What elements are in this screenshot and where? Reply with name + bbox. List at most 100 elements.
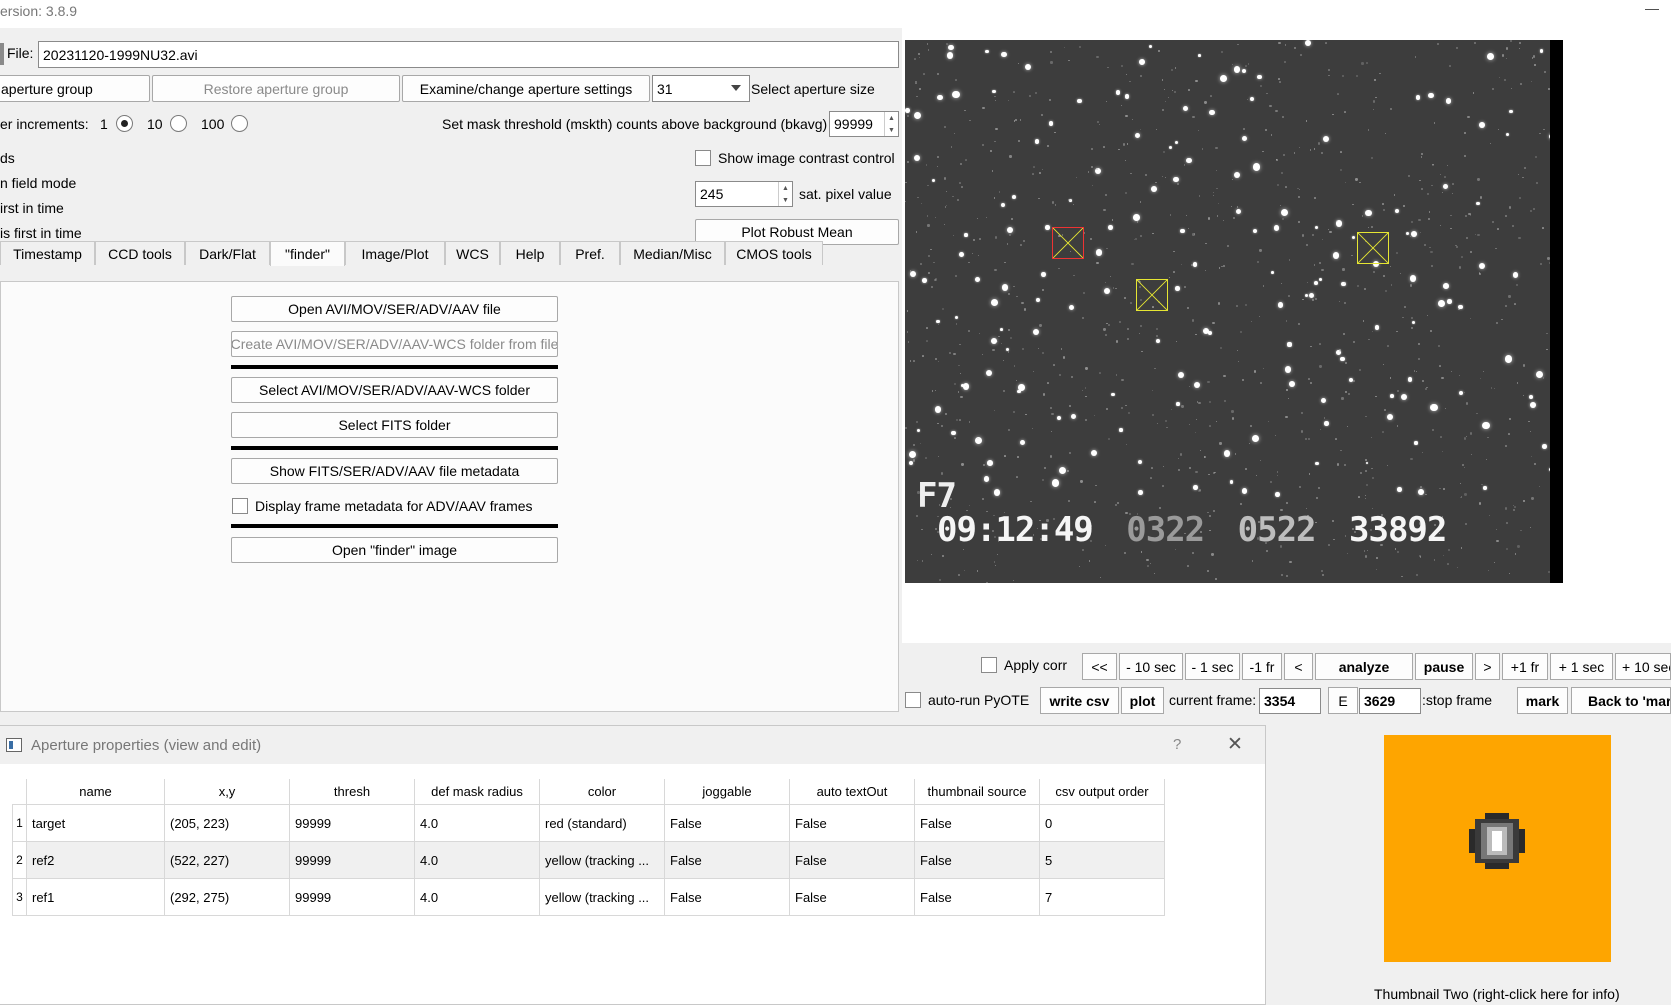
help-button[interactable]: ?: [1173, 736, 1181, 753]
col-name[interactable]: name: [26, 779, 165, 805]
auto-run-pyote-checkbox[interactable]: [905, 692, 921, 708]
cell-auto-textout[interactable]: False: [789, 878, 915, 916]
examine-aperture-settings-button[interactable]: Examine/change aperture settings: [402, 75, 650, 102]
mask-threshold-input[interactable]: 99999 ▲ ▼: [829, 111, 899, 137]
write-csv-button[interactable]: write csv: [1040, 687, 1119, 714]
stop-frame-input[interactable]: 3629: [1359, 688, 1421, 714]
forward-1-frame-button[interactable]: +1 fr: [1502, 653, 1548, 680]
cell-thresh[interactable]: 99999: [289, 841, 415, 879]
star-field-image[interactable]: F7 09:12:49 0322 0522 33892: [905, 40, 1563, 583]
apply-corr-checkbox[interactable]: [981, 657, 997, 673]
cell-thumbnail-source[interactable]: False: [914, 878, 1040, 916]
col-csv-output-order[interactable]: csv output order: [1039, 779, 1165, 805]
step-back-button[interactable]: <: [1284, 653, 1313, 680]
aperture-size-select[interactable]: 31: [652, 75, 750, 102]
forward-1-sec-button[interactable]: + 1 sec: [1550, 653, 1613, 680]
file-path-field[interactable]: 20231120-1999NU32.avi: [38, 41, 899, 68]
back-10-sec-button[interactable]: - 10 sec: [1119, 653, 1183, 680]
aperture-target-marker[interactable]: [1052, 227, 1084, 259]
cell-joggable[interactable]: False: [664, 841, 790, 879]
sat-pixel-spinner[interactable]: ▲ ▼: [778, 182, 792, 206]
cell-mask-radius[interactable]: 4.0: [414, 878, 540, 916]
cell-color[interactable]: yellow (tracking ...: [539, 878, 665, 916]
tab-finder[interactable]: "finder": [270, 241, 345, 266]
tab-cmos-tools[interactable]: CMOS tools: [725, 241, 823, 265]
cell-joggable[interactable]: False: [664, 878, 790, 916]
save-aperture-group-button[interactable]: aperture group: [0, 75, 150, 102]
cell-mask-radius[interactable]: 4.0: [414, 804, 540, 842]
cell-name[interactable]: ref2: [26, 841, 165, 879]
select-wcs-folder-button[interactable]: Select AVI/MOV/SER/ADV/AAV-WCS folder: [231, 377, 558, 403]
analyze-button[interactable]: analyze: [1315, 653, 1413, 680]
col-xy[interactable]: x,y: [164, 779, 290, 805]
row-number[interactable]: 2: [12, 841, 27, 879]
cell-color[interactable]: yellow (tracking ...: [539, 841, 665, 879]
e-button[interactable]: E: [1328, 687, 1358, 714]
cell-csv-order[interactable]: 5: [1039, 841, 1165, 879]
aperture-ref1-marker[interactable]: [1136, 279, 1168, 311]
tab-dark-flat[interactable]: Dark/Flat: [185, 241, 270, 265]
cell-thresh[interactable]: 99999: [289, 878, 415, 916]
tab-ccd-tools[interactable]: CCD tools: [95, 241, 185, 265]
display-metadata-checkbox[interactable]: [232, 498, 248, 514]
tab-image-plot[interactable]: Image/Plot: [345, 241, 445, 265]
table-row[interactable]: 2 ref2 (522, 227) 99999 4.0 yellow (tracking …: [12, 841, 1165, 879]
increment-10-radio[interactable]: [170, 115, 187, 132]
col-thresh[interactable]: thresh: [289, 779, 415, 805]
current-frame-input[interactable]: 3354: [1259, 688, 1321, 714]
cell-name[interactable]: target: [26, 804, 165, 842]
row-number[interactable]: 1: [12, 804, 27, 842]
cell-auto-textout[interactable]: False: [789, 804, 915, 842]
tab-wcs[interactable]: WCS: [445, 241, 500, 265]
close-button[interactable]: ✕: [1227, 733, 1243, 756]
contrast-checkbox[interactable]: [695, 150, 711, 166]
thumbnail-image[interactable]: [1384, 735, 1611, 962]
tab-help[interactable]: Help: [500, 241, 560, 265]
back-1-sec-button[interactable]: - 1 sec: [1185, 653, 1240, 680]
pause-button[interactable]: pause: [1415, 653, 1473, 680]
table-row[interactable]: 3 ref1 (292, 275) 99999 4.0 yellow (tracking …: [12, 878, 1165, 916]
aperture-ref2-marker[interactable]: [1357, 232, 1389, 264]
table-row[interactable]: 1 target (205, 223) 99999 4.0 red (standard) F…: [12, 804, 1165, 842]
sat-pixel-input[interactable]: 245 ▲ ▼: [695, 181, 793, 207]
minimize-button[interactable]: —: [1645, 0, 1659, 16]
cell-color[interactable]: red (standard): [539, 804, 665, 842]
show-metadata-button[interactable]: Show FITS/SER/ADV/AAV file metadata: [231, 458, 558, 484]
cell-csv-order[interactable]: 0: [1039, 804, 1165, 842]
jump-start-button[interactable]: <<: [1082, 653, 1117, 680]
create-wcs-folder-button[interactable]: Create AVI/MOV/SER/ADV/AAV-WCS folder fr…: [231, 331, 558, 357]
col-auto-textout[interactable]: auto textOut: [789, 779, 915, 805]
open-video-file-button[interactable]: Open AVI/MOV/SER/ADV/AAV file: [231, 296, 558, 322]
cell-csv-order[interactable]: 7: [1039, 878, 1165, 916]
increment-100-radio[interactable]: [231, 115, 248, 132]
mask-threshold-spinner[interactable]: ▲ ▼: [884, 112, 898, 136]
cell-thresh[interactable]: 99999: [289, 804, 415, 842]
col-color[interactable]: color: [539, 779, 665, 805]
tab-median-misc[interactable]: Median/Misc: [620, 241, 725, 265]
col-thumbnail-source[interactable]: thumbnail source: [914, 779, 1040, 805]
plot-button[interactable]: plot: [1121, 687, 1164, 714]
col-joggable[interactable]: joggable: [664, 779, 790, 805]
cell-joggable[interactable]: False: [664, 804, 790, 842]
cell-name[interactable]: ref1: [26, 878, 165, 916]
restore-aperture-group-button[interactable]: Restore aperture group: [152, 75, 400, 102]
back-1-frame-button[interactable]: -1 fr: [1242, 653, 1282, 680]
cell-xy[interactable]: (522, 227): [164, 841, 290, 879]
row-number[interactable]: 3: [12, 878, 27, 916]
mark-button[interactable]: mark: [1517, 687, 1568, 714]
cell-thumbnail-source[interactable]: False: [914, 804, 1040, 842]
open-finder-image-button[interactable]: Open "finder" image: [231, 537, 558, 563]
cell-auto-textout[interactable]: False: [789, 841, 915, 879]
col-def-mask-radius[interactable]: def mask radius: [414, 779, 540, 805]
cell-mask-radius[interactable]: 4.0: [414, 841, 540, 879]
tab-timestamp[interactable]: Timestamp: [0, 241, 95, 265]
forward-10-sec-button[interactable]: + 10 sec: [1615, 653, 1671, 680]
step-forward-button[interactable]: >: [1475, 653, 1500, 680]
back-to-mark-button[interactable]: Back to 'mar: [1571, 687, 1671, 714]
increment-1-radio[interactable]: [116, 115, 133, 132]
cell-xy[interactable]: (292, 275): [164, 878, 290, 916]
select-fits-folder-button[interactable]: Select FITS folder: [231, 412, 558, 438]
tab-pref[interactable]: Pref.: [560, 241, 620, 265]
cell-xy[interactable]: (205, 223): [164, 804, 290, 842]
cell-thumbnail-source[interactable]: False: [914, 841, 1040, 879]
